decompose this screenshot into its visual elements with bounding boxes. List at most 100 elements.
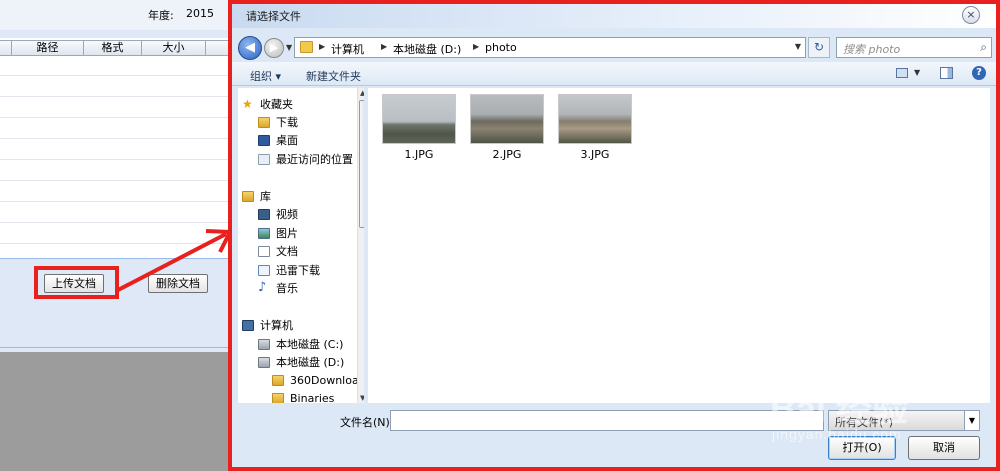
- star-icon: ★: [242, 97, 253, 111]
- background-empty-area: [0, 352, 228, 471]
- nav-folder-binaries[interactable]: Binaries: [272, 390, 334, 403]
- nav-favorites[interactable]: ★ 收藏夹: [242, 96, 293, 112]
- delete-document-button[interactable]: 删除文档: [148, 274, 208, 293]
- year-label: 年度:: [148, 9, 174, 22]
- file-thumbnail-2[interactable]: [470, 94, 544, 144]
- nav-label: 图片: [276, 227, 298, 240]
- desktop-icon: [258, 134, 270, 146]
- filename-input[interactable]: [390, 410, 824, 431]
- nav-label: 360Download: [290, 373, 364, 387]
- filetype-value: 所有文件(*): [835, 416, 894, 429]
- recent-places-icon: [258, 153, 270, 165]
- history-dropdown-icon[interactable]: ▼: [286, 43, 292, 52]
- close-button[interactable]: ×: [962, 6, 980, 24]
- nav-folder-360download[interactable]: 360Download: [272, 372, 364, 388]
- address-bar[interactable]: ▶ 计算机 ▶ 本地磁盘 (D:) ▶ photo ▼: [294, 37, 806, 58]
- file-name-2[interactable]: 2.JPG: [470, 148, 544, 161]
- new-folder-button[interactable]: 新建文件夹: [306, 68, 361, 84]
- change-view-button[interactable]: ▼: [896, 67, 926, 81]
- folder-icon: [272, 374, 284, 386]
- preview-pane-button[interactable]: [940, 67, 953, 79]
- chevron-down-icon: ▼: [914, 68, 921, 77]
- nav-drive-c[interactable]: 本地磁盘 (C:): [258, 336, 343, 352]
- filename-label: 文件名(N):: [340, 416, 394, 429]
- refresh-button[interactable]: ↻: [808, 37, 830, 58]
- nav-label: 音乐: [276, 282, 298, 295]
- music-note-icon: ♪: [258, 280, 267, 295]
- file-thumbnail-3[interactable]: [558, 94, 632, 144]
- nav-thunder-downloads[interactable]: 迅雷下载: [258, 262, 320, 278]
- nav-scrollbar[interactable]: ▲ ▼: [357, 88, 364, 403]
- nav-music[interactable]: ♪ 音乐: [258, 280, 298, 296]
- nav-pictures[interactable]: 图片: [258, 225, 298, 241]
- help-button[interactable]: ?: [972, 66, 986, 80]
- nav-label: 迅雷下载: [276, 264, 320, 277]
- nav-libraries[interactable]: 库: [242, 188, 271, 204]
- dialog-footer: 文件名(N): 所有文件(*) ▼ 打开(O) 取消: [232, 404, 996, 467]
- breadcrumb-chevron-icon[interactable]: ▶: [319, 42, 325, 51]
- nav-label: 下载: [276, 116, 298, 129]
- file-name-1[interactable]: 1.JPG: [382, 148, 456, 161]
- close-icon: ×: [966, 8, 976, 21]
- back-button[interactable]: ◀: [238, 36, 262, 60]
- file-name-3[interactable]: 3.JPG: [558, 148, 632, 161]
- computer-icon: [242, 319, 254, 331]
- library-icon: [242, 190, 254, 202]
- filetype-select[interactable]: 所有文件(*) ▼: [828, 410, 980, 431]
- nav-drive-d[interactable]: 本地磁盘 (D:): [258, 354, 344, 370]
- help-icon: ?: [976, 67, 982, 78]
- dialog-titlebar[interactable]: 请选择文件 ×: [232, 4, 996, 28]
- dialog-toolbar: 组织 ▾ 新建文件夹 ▼ ?: [232, 62, 996, 86]
- navigation-bar: ◀ ▶ ▼ ▶ 计算机 ▶ 本地磁盘 (D:) ▶ photo ▼ ↻ 搜索 p…: [232, 32, 996, 62]
- grid-col-blank: [0, 41, 12, 55]
- breadcrumb-photo[interactable]: photo: [485, 41, 517, 54]
- nav-documents[interactable]: 文档: [258, 243, 298, 259]
- organize-menu[interactable]: 组织 ▾: [250, 68, 281, 84]
- grid-col-format[interactable]: 格式: [84, 41, 142, 55]
- background-app: 年度: 2015 路径 格式 大小 上传文档 删除文档: [0, 0, 228, 471]
- thunder-download-icon: [258, 264, 270, 276]
- cancel-button[interactable]: 取消: [908, 436, 980, 460]
- breadcrumb-computer[interactable]: 计算机: [331, 41, 364, 57]
- file-thumbnail-1[interactable]: [382, 94, 456, 144]
- nav-recent-places[interactable]: 最近访问的位置: [258, 151, 353, 167]
- file-open-dialog: 请选择文件 × ◀ ▶ ▼ ▶ 计算机 ▶ 本地磁盘 (D:) ▶ photo …: [228, 0, 1000, 471]
- nav-desktop[interactable]: 桌面: [258, 132, 298, 148]
- nav-label: 文档: [276, 245, 298, 258]
- document-icon: [258, 245, 270, 257]
- nav-computer[interactable]: 计算机: [242, 317, 293, 333]
- scroll-down-icon[interactable]: ▼: [360, 394, 364, 402]
- forward-button[interactable]: ▶: [264, 38, 284, 58]
- nav-label: 库: [260, 190, 271, 203]
- download-folder-icon: [258, 116, 270, 128]
- file-list-pane: 1.JPG 2.JPG 3.JPG: [368, 88, 990, 403]
- nav-label: 最近访问的位置: [276, 153, 353, 166]
- grid-col-path[interactable]: 路径: [12, 41, 84, 55]
- drive-icon: [258, 356, 270, 368]
- search-placeholder: 搜索 photo: [843, 43, 901, 56]
- nav-downloads[interactable]: 下载: [258, 114, 298, 130]
- grid-col-size[interactable]: 大小: [142, 41, 206, 55]
- nav-label: 视频: [276, 208, 298, 221]
- nav-label: Binaries: [290, 391, 335, 404]
- search-icon: ⌕: [980, 40, 987, 54]
- nav-label: 收藏夹: [260, 98, 293, 111]
- breadcrumb-drive-d[interactable]: 本地磁盘 (D:): [393, 41, 461, 57]
- search-input[interactable]: 搜索 photo ⌕: [836, 37, 992, 58]
- document-grid: [0, 38, 228, 258]
- scrollbar-thumb[interactable]: [359, 100, 364, 228]
- address-dropdown-icon[interactable]: ▼: [795, 42, 801, 51]
- drive-icon: [258, 338, 270, 350]
- open-button[interactable]: 打开(O): [828, 436, 896, 460]
- picture-icon: [258, 227, 270, 239]
- folder-icon: [272, 392, 284, 403]
- breadcrumb-chevron-icon[interactable]: ▶: [473, 42, 479, 51]
- chevron-down-icon[interactable]: ▼: [964, 411, 979, 430]
- nav-label: 本地磁盘 (C:): [276, 338, 344, 351]
- breadcrumb-chevron-icon[interactable]: ▶: [381, 42, 387, 51]
- nav-videos[interactable]: 视频: [258, 206, 298, 222]
- refresh-icon: ↻: [813, 40, 825, 54]
- folder-icon: [300, 41, 313, 53]
- scroll-up-icon[interactable]: ▲: [360, 89, 364, 97]
- video-icon: [258, 208, 270, 220]
